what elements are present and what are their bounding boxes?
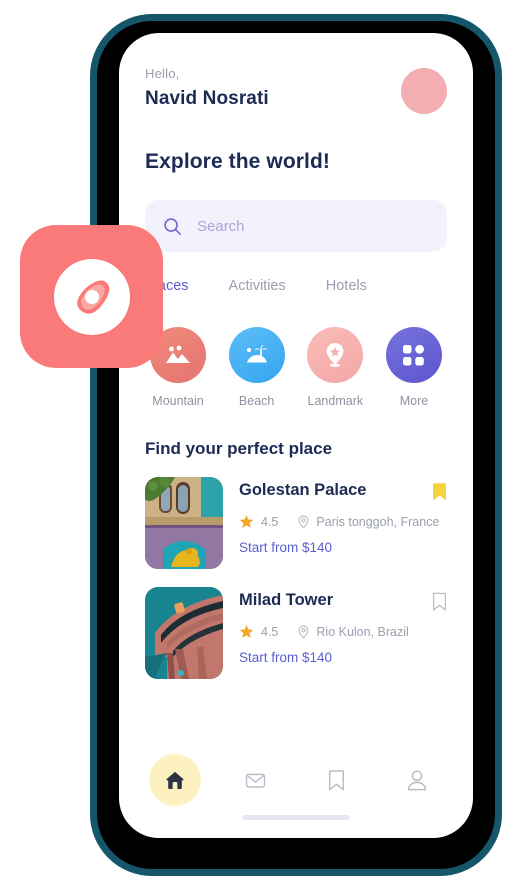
- grid-more-icon: [403, 344, 425, 365]
- more-icon-circle: [385, 327, 442, 383]
- app-icon[interactable]: [20, 225, 163, 368]
- category-tabs: Places Activities Hotels: [145, 278, 447, 305]
- nav-profile[interactable]: [391, 754, 443, 806]
- category-label: Landmark: [307, 394, 364, 408]
- category-beach[interactable]: Beach: [224, 327, 290, 408]
- tab-hotels[interactable]: Hotels: [326, 278, 367, 305]
- listing-meta: 4.5 Paris tonggoh, France: [239, 514, 447, 529]
- tab-activities[interactable]: Activities: [229, 278, 286, 305]
- nav-home[interactable]: [149, 754, 201, 806]
- avatar[interactable]: [401, 68, 447, 114]
- search-icon: [164, 217, 181, 235]
- user-name: Navid Nosrati: [145, 88, 269, 109]
- listing-card[interactable]: Milad Tower 4.5 Rio Kulon, Brazil Start …: [145, 587, 447, 679]
- listing-card[interactable]: Golestan Palace 4.5 Paris tonggoh, Franc…: [145, 477, 447, 569]
- listing-location: Paris tonggoh, France: [316, 514, 440, 529]
- listing-meta: 4.5 Rio Kulon, Brazil: [239, 624, 447, 639]
- nav-saved[interactable]: [310, 754, 362, 806]
- location-pin-icon: [298, 625, 309, 639]
- category-label: Mountain: [152, 394, 204, 408]
- phone-screen: Hello, Navid Nosrati Explore the world! …: [119, 33, 473, 838]
- bookmark-icon[interactable]: [432, 482, 447, 502]
- section-title: Find your perfect place: [145, 439, 333, 458]
- listing-location: Rio Kulon, Brazil: [316, 624, 409, 639]
- category-more[interactable]: More: [381, 327, 447, 408]
- listing-price: Start from $140: [239, 540, 333, 555]
- search-input[interactable]: [197, 217, 429, 235]
- category-landmark[interactable]: Landmark: [302, 327, 368, 408]
- bottom-navigation: [119, 742, 473, 838]
- listing-rating: 4.5: [261, 624, 279, 639]
- category-label: Beach: [238, 394, 275, 408]
- app-header: Hello, Navid Nosrati: [145, 33, 447, 114]
- beach-palm-icon: [246, 345, 268, 363]
- nav-messages[interactable]: [230, 754, 282, 806]
- listing-rating: 4.5: [261, 514, 279, 529]
- home-icon: [166, 771, 184, 789]
- category-label: More: [399, 394, 429, 408]
- location-pin-icon: [298, 515, 309, 529]
- search-bar[interactable]: [145, 200, 447, 252]
- mountain-icon: [166, 345, 190, 363]
- home-indicator: [242, 815, 350, 820]
- landmark-icon-circle: [307, 327, 364, 383]
- star-icon: [239, 624, 254, 638]
- milad-tower-photo: [145, 587, 223, 679]
- page-title: Explore the world!: [145, 150, 330, 173]
- listing-title: Golestan Palace: [239, 481, 367, 499]
- bookmark-icon[interactable]: [432, 592, 447, 612]
- listing-price: Start from $140: [239, 650, 333, 665]
- greeting-block: Hello, Navid Nosrati: [145, 66, 269, 110]
- mail-icon: [245, 773, 266, 788]
- star-icon: [239, 514, 254, 528]
- category-list: Mountain Beach Landmark More: [145, 327, 447, 408]
- compass-logo-icon: [53, 258, 130, 335]
- landmark-pin-icon: [326, 343, 344, 367]
- golestan-palace-photo: [145, 477, 223, 569]
- bookmark-icon: [328, 769, 344, 790]
- listing-title: Milad Tower: [239, 591, 334, 609]
- beach-icon-circle: [228, 327, 285, 383]
- greeting-label: Hello,: [145, 66, 180, 81]
- person-icon: [407, 769, 427, 790]
